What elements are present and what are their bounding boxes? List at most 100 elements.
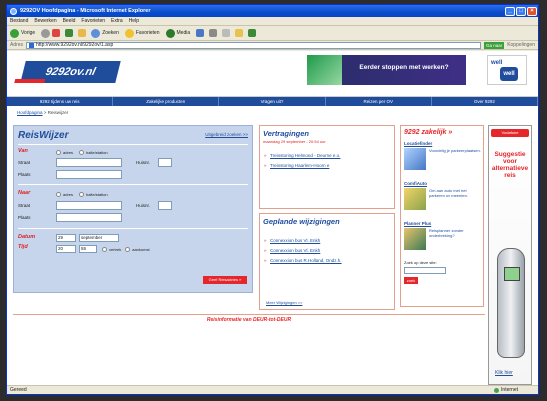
van-straat-input[interactable] [56, 158, 122, 167]
site-header: 9292ov.nl Eerder stoppen met werken? wel… [7, 51, 538, 97]
menu-file[interactable]: Bestand [10, 18, 28, 24]
advanced-search-link[interactable]: Uitgebreid zoeken >> [205, 132, 248, 137]
vodafone-ad[interactable]: Vodafone Suggestie voor alternatieve rei… [488, 125, 532, 385]
zakelijk-item-title: Locatiefinder [404, 141, 433, 146]
zakelijk-item-desc: Voordelig je parkeerplaatsen. [429, 148, 481, 153]
naar-plaats-input[interactable] [56, 213, 122, 222]
menu-favorites[interactable]: Favorieten [81, 18, 105, 24]
links-button[interactable]: Koppelingen [507, 42, 535, 48]
naar-halte-radio[interactable] [79, 192, 85, 197]
vertragingen-box: Vertragingen maandag 29 september - 20:5… [259, 125, 395, 209]
van-label: Van [18, 148, 28, 154]
page-icon [29, 42, 35, 48]
vertrek-radio[interactable] [102, 247, 107, 252]
minute-select[interactable]: 55 [79, 245, 97, 253]
day-select[interactable]: 29 [56, 234, 76, 242]
naar-label: Naar [18, 190, 31, 196]
hour-select[interactable]: 20 [56, 245, 76, 253]
naar-straat-label: Straat [18, 203, 31, 208]
refresh-icon[interactable] [65, 29, 74, 37]
menu-tools[interactable]: Extra [111, 18, 123, 24]
nav-reizen-ov[interactable]: Reizen per OV [326, 97, 432, 106]
back-button[interactable]: Vorige [10, 28, 35, 38]
nav-zakelijk[interactable]: Zakelijke producten [113, 97, 220, 106]
list-item[interactable]: Connexxion bus Vl. Enkh [264, 248, 390, 253]
month-select[interactable]: september [79, 234, 119, 242]
home-icon[interactable] [78, 29, 87, 37]
status-text: Gereed [10, 387, 27, 393]
geplande-wijzigingen-box: Geplande wijzigingen Connexxion bus Vl. … [259, 213, 395, 310]
nav-tijdens-reis[interactable]: 9292 tijdens uw reis [7, 97, 114, 106]
list-item[interactable]: Treinstoring Helmond - Deurne e.o. [264, 153, 390, 158]
site-search-input[interactable] [404, 267, 446, 274]
van-straat-label: Straat [18, 160, 31, 165]
van-huisnr-label: Huisnr. [136, 160, 151, 165]
site-search-label: Zoek op deze site: [404, 260, 437, 265]
zakelijk-box: 9292 zakelijk » Locatiefinder Voordelig … [400, 125, 484, 307]
site-search-button[interactable]: zoek [404, 277, 418, 284]
minimize-button[interactable]: _ [505, 6, 515, 16]
close-button[interactable]: × [527, 6, 537, 16]
geef-reisadvies-button[interactable]: Geef Reisadvies » [203, 276, 247, 284]
naar-straat-input[interactable] [56, 201, 122, 210]
go-button[interactable]: Ga naar [484, 41, 505, 49]
more-wijzigingen-link[interactable]: Meer Wijzigingen >> [266, 300, 302, 305]
zakelijk-item[interactable]: ComfiAuto Om aan auto met het parkeren o… [404, 181, 480, 219]
stop-icon[interactable] [52, 29, 61, 37]
print-icon[interactable] [222, 29, 231, 37]
zakelijk-item[interactable]: Locatiefinder Voordelig je parkeerplaats… [404, 141, 481, 179]
media-button[interactable]: Media [165, 28, 190, 38]
list-item[interactable]: Treinstoring Haarlem-Hoorn e [264, 163, 390, 168]
forward-arrow-icon[interactable] [41, 28, 51, 38]
search-icon [91, 28, 101, 38]
folder-icon[interactable] [235, 29, 244, 37]
vodafone-logo: Vodafone [491, 129, 529, 137]
favorites-button[interactable]: Favorieten [124, 28, 160, 38]
zakelijk-item-image [404, 148, 426, 170]
well-logo: well [500, 67, 518, 81]
menu-view[interactable]: Beeld [63, 18, 76, 24]
promo-banner[interactable]: Eerder stoppen met werken? [342, 55, 466, 85]
list-item[interactable]: Connexxion bus Vl. Enkh [264, 238, 390, 243]
well-banner[interactable]: well well [487, 55, 527, 85]
naar-huisnr-input[interactable] [158, 201, 172, 210]
mail-icon[interactable] [209, 29, 218, 37]
datum-label: Datum [18, 234, 36, 240]
site-logo[interactable]: 9292ov.nl [20, 61, 121, 83]
page-content: 9292ov.nl Eerder stoppen met werken? wel… [7, 51, 538, 386]
search-button[interactable]: Zoeken [91, 28, 119, 38]
nav-over[interactable]: Over 9292 [432, 97, 538, 106]
browser-window: 9292OV Hoofdpagina - Microsoft Internet … [6, 4, 539, 395]
address-label: Adres [10, 42, 24, 48]
promo-image[interactable] [307, 55, 343, 85]
zakelijk-item-title: ComfiAuto [404, 181, 427, 186]
history-icon[interactable] [196, 29, 205, 37]
breadcrumb-home[interactable]: Hoofdpagina [17, 110, 43, 115]
ad-cta-link[interactable]: Klik hier [495, 370, 513, 376]
zakelijk-title[interactable]: 9292 zakelijk » [401, 126, 483, 139]
van-adres-radio[interactable] [56, 150, 61, 155]
maximize-button[interactable]: □ [516, 6, 526, 16]
address-input[interactable]: http://www.9292ov.nl/9292ov/1.asp [26, 41, 482, 49]
van-halte-radio[interactable] [79, 150, 85, 155]
zakelijk-item-desc: Reisplanner zonder onderbreking? [429, 228, 464, 238]
internet-explorer-icon [10, 7, 17, 15]
footer-tagline: Reisinformatie van DEUR-tot-DEUR [13, 314, 485, 323]
address-url: http://www.9292ov.nl/9292ov/1.asp [36, 42, 114, 48]
menu-help[interactable]: Help [129, 18, 139, 24]
van-huisnr-input[interactable] [158, 158, 172, 167]
list-item[interactable]: Connexxion bus R.Holland, Ondz.h. [264, 258, 390, 263]
zakelijk-item[interactable]: Planner Plus Reisplanner zonder onderbre… [404, 221, 480, 259]
menu-edit[interactable]: Bewerken [34, 18, 56, 24]
van-plaats-label: Plaats [18, 172, 31, 177]
aankomst-radio[interactable] [125, 247, 131, 252]
gepland-list: Connexxion bus Vl. Enkh Connexxion bus V… [260, 229, 394, 272]
back-arrow-icon [10, 28, 19, 38]
zakelijk-item-title: Planner Plus [404, 221, 432, 226]
breadcrumb-separator: > [43, 110, 47, 115]
ad-text: Suggestie voor alternatieve reis [491, 151, 529, 179]
van-plaats-input[interactable] [56, 170, 122, 179]
naar-adres-radio[interactable] [56, 192, 61, 197]
messenger-icon[interactable] [248, 29, 257, 37]
nav-vragen[interactable]: Vragen uit? [219, 97, 326, 106]
